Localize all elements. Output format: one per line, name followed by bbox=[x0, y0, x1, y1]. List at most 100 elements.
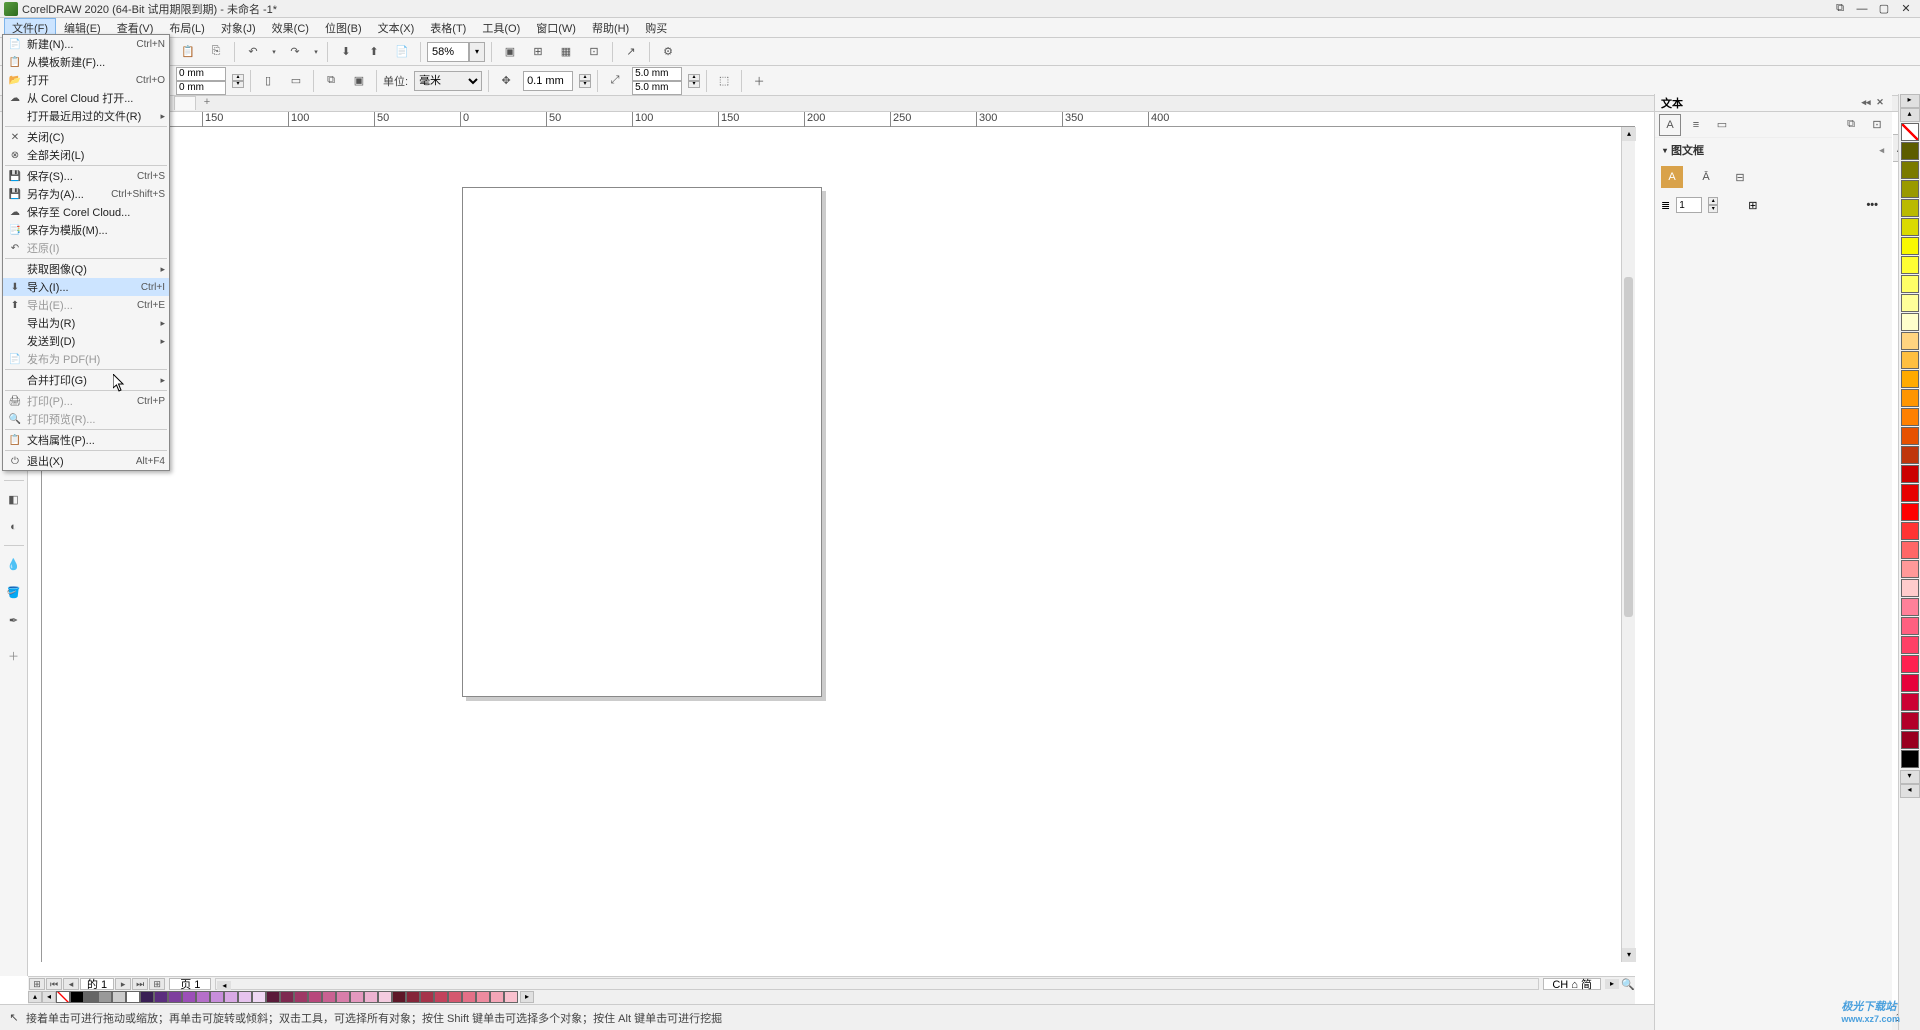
color-swatch[interactable] bbox=[448, 991, 462, 1003]
color-swatch[interactable] bbox=[210, 991, 224, 1003]
export-icon[interactable]: ⬆ bbox=[362, 40, 386, 64]
menu-item[interactable]: 获取图像(Q)▸ bbox=[3, 260, 169, 278]
color-swatch[interactable] bbox=[1901, 503, 1919, 521]
scroll-down-icon[interactable]: ▾ bbox=[1622, 948, 1636, 962]
color-swatch[interactable] bbox=[336, 991, 350, 1003]
color-swatch[interactable] bbox=[504, 991, 518, 1003]
guidelines-icon[interactable]: ⊡ bbox=[582, 40, 606, 64]
color-swatch[interactable] bbox=[462, 991, 476, 1003]
color-swatch[interactable] bbox=[406, 991, 420, 1003]
color-swatch[interactable] bbox=[364, 991, 378, 1003]
eyedropper-tool-icon[interactable]: 💧 bbox=[2, 552, 26, 576]
color-swatch[interactable] bbox=[98, 991, 112, 1003]
color-swatch[interactable] bbox=[1901, 750, 1919, 768]
minimize-icon[interactable]: — bbox=[1854, 2, 1870, 16]
color-swatch[interactable] bbox=[238, 991, 252, 1003]
color-swatch[interactable] bbox=[434, 991, 448, 1003]
palette-left-icon[interactable]: ◂ bbox=[42, 991, 56, 1003]
undo-icon[interactable]: ↶ bbox=[241, 40, 265, 64]
add-preset-icon[interactable]: ＋ bbox=[748, 70, 770, 92]
fill-tool-icon[interactable]: 🪣 bbox=[2, 580, 26, 604]
options-icon[interactable]: ⚙ bbox=[656, 40, 680, 64]
color-swatch[interactable] bbox=[112, 991, 126, 1003]
color-swatch[interactable] bbox=[1901, 180, 1919, 198]
page-counter[interactable]: 的 1 bbox=[80, 978, 114, 990]
more-options-icon[interactable]: ••• bbox=[1866, 199, 1886, 211]
launch-icon[interactable]: ↗ bbox=[619, 40, 643, 64]
menu-effects[interactable]: 效果(C) bbox=[264, 18, 317, 38]
color-swatch[interactable] bbox=[1901, 522, 1919, 540]
navigator-icon[interactable]: 🔍 bbox=[1621, 978, 1635, 990]
paragraph-mode-icon[interactable]: ≡ bbox=[1685, 114, 1707, 136]
palette-right-icon[interactable]: ▸ bbox=[520, 991, 534, 1003]
color-swatch[interactable] bbox=[266, 991, 280, 1003]
vertical-scrollbar[interactable]: ▴ ▾ bbox=[1621, 127, 1635, 962]
page-tab[interactable]: 页 1 bbox=[169, 978, 211, 990]
color-swatch[interactable] bbox=[392, 991, 406, 1003]
fullscreen-icon[interactable]: ▣ bbox=[498, 40, 522, 64]
text-frame-icon[interactable]: A bbox=[1661, 166, 1683, 188]
color-swatch[interactable] bbox=[1901, 389, 1919, 407]
import-icon[interactable]: ⬇ bbox=[334, 40, 358, 64]
color-swatch[interactable] bbox=[1901, 275, 1919, 293]
menu-item[interactable]: ⬇导入(I)...Ctrl+I bbox=[3, 278, 169, 296]
doc-tab-1[interactable] bbox=[174, 96, 196, 110]
color-swatch[interactable] bbox=[490, 991, 504, 1003]
landscape-icon[interactable]: ▭ bbox=[285, 70, 307, 92]
maximize-icon[interactable]: ▢ bbox=[1876, 2, 1892, 16]
color-swatch[interactable] bbox=[1901, 598, 1919, 616]
color-swatch[interactable] bbox=[1901, 731, 1919, 749]
add-doc-tab[interactable]: + bbox=[196, 96, 218, 110]
color-swatch[interactable] bbox=[1901, 579, 1919, 597]
menu-item[interactable]: 打开最近用过的文件(R)▸ bbox=[3, 107, 169, 125]
prev-page-icon[interactable]: ◂ bbox=[63, 978, 79, 990]
zoom-dropdown-icon[interactable]: ▾ bbox=[469, 42, 485, 62]
align-frame-icon[interactable]: ⊟ bbox=[1729, 166, 1751, 188]
scroll-thumb[interactable] bbox=[1624, 277, 1633, 617]
paste-icon[interactable]: 📋 bbox=[176, 40, 200, 64]
menu-bitmap[interactable]: 位图(B) bbox=[317, 18, 370, 38]
menu-object[interactable]: 对象(J) bbox=[213, 18, 264, 38]
color-swatch[interactable] bbox=[140, 991, 154, 1003]
snap-icon[interactable]: ⊞ bbox=[526, 40, 550, 64]
add-tool-icon[interactable]: ＋ bbox=[2, 644, 26, 668]
color-swatch[interactable] bbox=[294, 991, 308, 1003]
color-swatch[interactable] bbox=[1901, 199, 1919, 217]
color-swatch[interactable] bbox=[1901, 712, 1919, 730]
dup-spinner[interactable]: ▴▾ bbox=[688, 74, 700, 88]
add-page-icon[interactable]: ⊞ bbox=[29, 978, 45, 990]
menu-buy[interactable]: 购买 bbox=[637, 18, 675, 38]
transparency-tool-icon[interactable]: ◐ bbox=[2, 515, 26, 539]
horizontal-ruler[interactable]: 150 100 50 0 50 100 150 200 250 300 350 … bbox=[42, 112, 1635, 127]
grid-icon[interactable]: ▦ bbox=[554, 40, 578, 64]
x-input[interactable] bbox=[176, 67, 226, 81]
last-page-icon[interactable]: ⏭ bbox=[132, 978, 148, 990]
menu-item[interactable]: 合并打印(G)▸ bbox=[3, 371, 169, 389]
units-select[interactable]: 毫米 bbox=[414, 71, 482, 91]
color-swatch[interactable] bbox=[168, 991, 182, 1003]
color-swatch[interactable] bbox=[1901, 427, 1919, 445]
color-swatch[interactable] bbox=[1901, 161, 1919, 179]
color-swatch[interactable] bbox=[308, 991, 322, 1003]
page-canvas[interactable] bbox=[462, 187, 822, 697]
color-swatch[interactable] bbox=[322, 991, 336, 1003]
color-swatch[interactable] bbox=[280, 991, 294, 1003]
menu-item[interactable]: 📋文档属性(P)... bbox=[3, 431, 169, 449]
docker-popup-icon[interactable]: ⧉ bbox=[1840, 114, 1862, 136]
docker-section-header[interactable]: ▾ 图文框 ◂ bbox=[1655, 138, 1892, 162]
color-swatch[interactable] bbox=[1901, 370, 1919, 388]
color-swatch[interactable] bbox=[224, 991, 238, 1003]
color-swatch[interactable] bbox=[1901, 617, 1919, 635]
color-swatch[interactable] bbox=[1901, 446, 1919, 464]
dup-x-input[interactable] bbox=[632, 67, 682, 81]
color-swatch[interactable] bbox=[196, 991, 210, 1003]
color-swatch[interactable] bbox=[1901, 142, 1919, 160]
color-swatch[interactable] bbox=[476, 991, 490, 1003]
menu-item[interactable]: 发送到(D)▸ bbox=[3, 332, 169, 350]
color-swatch[interactable] bbox=[252, 991, 266, 1003]
menu-item[interactable]: 💾保存(S)...Ctrl+S bbox=[3, 167, 169, 185]
nudge-input[interactable] bbox=[523, 71, 573, 91]
no-color-swatch[interactable] bbox=[1901, 123, 1919, 141]
color-swatch[interactable] bbox=[378, 991, 392, 1003]
menu-item[interactable]: ✕关闭(C) bbox=[3, 128, 169, 146]
